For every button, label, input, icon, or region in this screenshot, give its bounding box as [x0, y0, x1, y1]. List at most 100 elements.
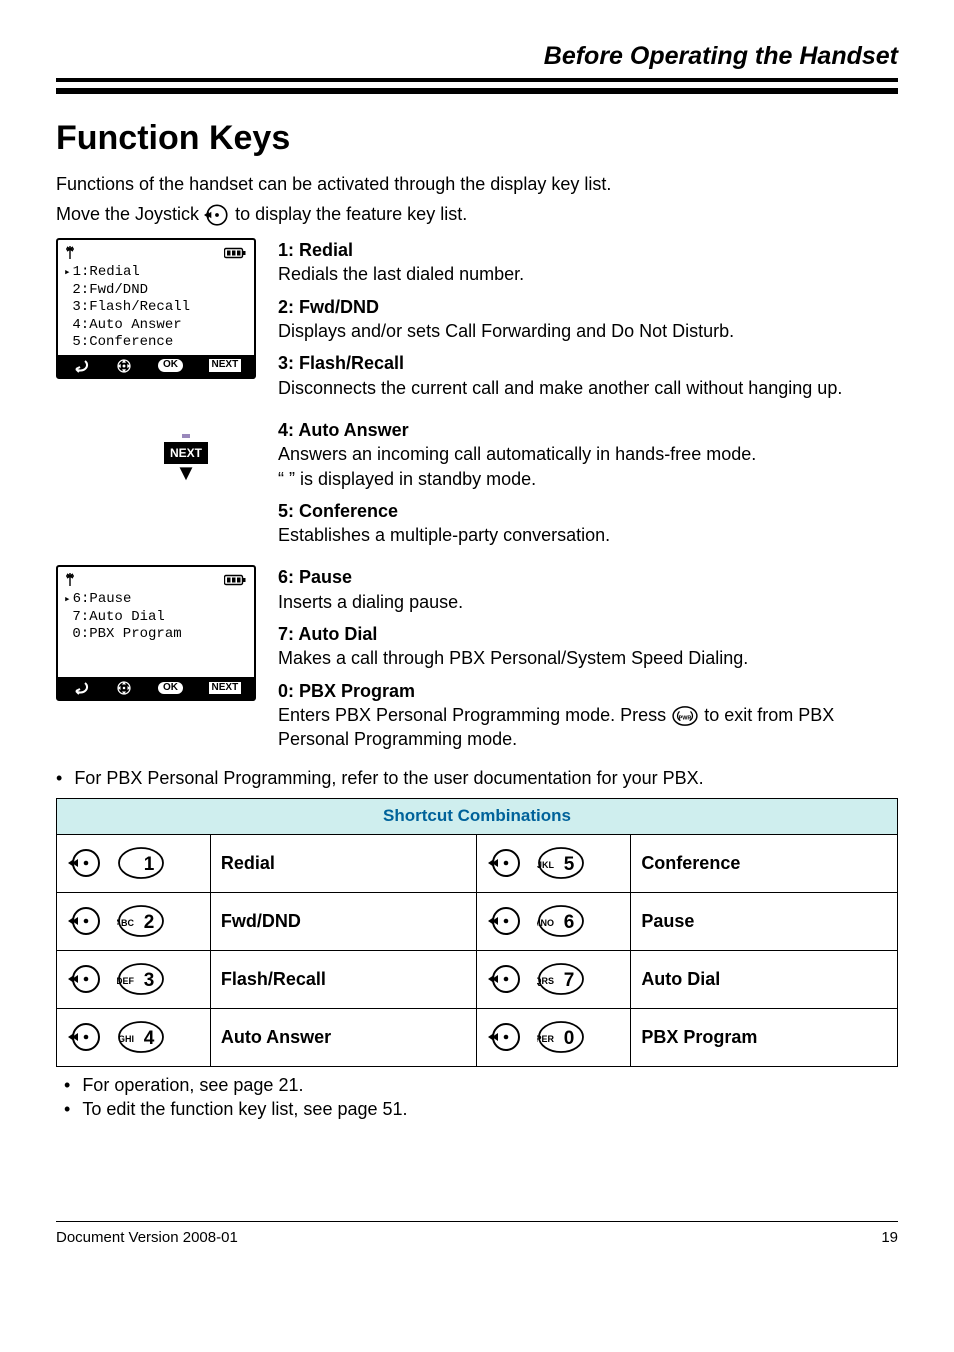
shortcut-table-header: Shortcut Combinations: [57, 798, 898, 834]
lcd2-line3: 0:PBX Program: [64, 626, 248, 644]
table-row: 1 Redial JKL 5 Conference: [57, 834, 898, 892]
page-footer: Document Version 2008-01 19: [56, 1221, 898, 1248]
intro-line-1: Functions of the handset can be activate…: [56, 172, 898, 196]
svg-text:5: 5: [564, 854, 575, 875]
item-0-title: 0: PBX Program: [278, 679, 898, 703]
item-7-body: Makes a call through PBX Personal/System…: [278, 646, 898, 670]
item-4-title: 4: Auto Answer: [278, 418, 898, 442]
table-row: DEF 3 Flash/Recall PQRS 7 Auto Dial: [57, 950, 898, 1008]
svg-text:2: 2: [144, 912, 155, 933]
keypad-key-icon: DEF 3: [117, 962, 165, 996]
keypad-key-icon: GHI 4: [117, 1020, 165, 1054]
item-0-body: Enters PBX Personal Programming mode. Pr…: [278, 703, 898, 752]
lcd2-line2: 7:Auto Dial: [64, 609, 248, 627]
shortcut-left-label: Redial: [210, 834, 477, 892]
table-row: ABC 2 Fwd/DND MNO 6 Pause: [57, 892, 898, 950]
table-row: GHI 4 Auto Answer OPER 0 PBX Program: [57, 1008, 898, 1066]
item-4-line1: Answers an incoming call automatically i…: [278, 442, 898, 466]
svg-text:4: 4: [144, 1028, 155, 1049]
lcd-screen-2: 6:Pause 7:Auto Dial 0:PBX Program OK NEX…: [56, 565, 256, 701]
shortcut-right-keys: PQRS 7: [477, 950, 631, 1008]
svg-text:7: 7: [564, 970, 575, 991]
item-2-title: 2: Fwd/DND: [278, 295, 898, 319]
item-conference: 5: Conference Establishes a multiple-par…: [278, 499, 898, 548]
svg-text:JKL: JKL: [537, 860, 554, 870]
shortcut-table: Shortcut Combinations 1 Redial JKL 5: [56, 798, 898, 1067]
keypad-key-icon: ABC 2: [117, 904, 165, 938]
item-flashrecall: 3: Flash/Recall Disconnects the current …: [278, 351, 898, 400]
shortcut-right-keys: JKL 5: [477, 834, 631, 892]
back-icon: [71, 681, 91, 695]
shortcut-right-label: Auto Dial: [631, 950, 898, 1008]
svg-text:3: 3: [144, 970, 155, 991]
joystick-mini-icon: [116, 680, 132, 696]
svg-text:ABC: ABC: [117, 918, 134, 928]
svg-text:PQRS: PQRS: [537, 976, 554, 986]
lcd1-line3: 3:Flash/Recall: [64, 299, 248, 317]
lcd2-line1: 6:Pause: [64, 591, 248, 609]
shortcut-right-keys: OPER 0: [477, 1008, 631, 1066]
ok-softkey: OK: [158, 682, 183, 695]
end-bullet-1: For operation, see page 21.: [56, 1073, 898, 1097]
power-button-icon: [671, 705, 699, 727]
svg-text:6: 6: [564, 912, 575, 933]
item-autoanswer: 4: Auto Answer Answers an incoming call …: [278, 418, 898, 491]
item-7-title: 7: Auto Dial: [278, 622, 898, 646]
item-6-body: Inserts a dialing pause.: [278, 590, 898, 614]
shortcut-right-label: PBX Program: [631, 1008, 898, 1066]
next-page-indicator: NEXT ▼: [116, 432, 256, 482]
svg-text:1: 1: [144, 854, 155, 875]
lcd1-softkeys: OK NEXT: [58, 355, 254, 377]
lcd1-line2: 2:Fwd/DND: [64, 282, 248, 300]
page-header: Before Operating the Handset: [56, 40, 898, 82]
next-softkey: NEXT: [209, 359, 242, 372]
joystick-left-icon: [487, 846, 521, 880]
item-1-title: 1: Redial: [278, 238, 898, 262]
next-softkey: NEXT: [209, 682, 242, 695]
antenna-icon: [64, 245, 76, 261]
lcd2-softkeys: OK NEXT: [58, 677, 254, 699]
item-redial: 1: Redial Redials the last dialed number…: [278, 238, 898, 287]
item-2-body: Displays and/or sets Call Forwarding and…: [278, 319, 898, 343]
joystick-left-icon: [487, 962, 521, 996]
joystick-left-icon: [67, 904, 101, 938]
intro-line-2-post: to display the feature key list.: [235, 204, 467, 224]
svg-text:0: 0: [564, 1028, 575, 1049]
item-0-pre: Enters PBX Personal Programming mode. Pr…: [278, 705, 671, 725]
back-icon: [71, 359, 91, 373]
shortcut-left-keys: GHI 4: [57, 1008, 211, 1066]
item-3-title: 3: Flash/Recall: [278, 351, 898, 375]
joystick-left-icon: [67, 962, 101, 996]
lcd1-line1: 1:Redial: [64, 264, 248, 282]
svg-text:DEF: DEF: [117, 976, 135, 986]
item-4-line2: “ ” is displayed in standby mode.: [278, 467, 898, 491]
joystick-left-icon: [67, 846, 101, 880]
doc-version: Document Version 2008-01: [56, 1228, 238, 1248]
shortcut-left-label: Fwd/DND: [210, 892, 477, 950]
keypad-key-icon: JKL 5: [537, 846, 585, 880]
shortcut-left-label: Auto Answer: [210, 1008, 477, 1066]
item-1-body: Redials the last dialed number.: [278, 262, 898, 286]
lcd1-line5: 5:Conference: [64, 334, 248, 352]
item-fwddnd: 2: Fwd/DND Displays and/or sets Call For…: [278, 295, 898, 344]
shortcut-right-keys: MNO 6: [477, 892, 631, 950]
item-5-title: 5: Conference: [278, 499, 898, 523]
item-pause: 6: Pause Inserts a dialing pause.: [278, 565, 898, 614]
svg-text:MNO: MNO: [537, 918, 554, 928]
item-3-body: Disconnects the current call and make an…: [278, 376, 898, 400]
antenna-icon: [64, 572, 76, 588]
item-autodial: 7: Auto Dial Makes a call through PBX Pe…: [278, 622, 898, 671]
joystick-left-icon: [204, 202, 230, 228]
ok-softkey: OK: [158, 359, 183, 372]
item-5-body: Establishes a multiple-party conversatio…: [278, 523, 898, 547]
joystick-mini-icon: [116, 358, 132, 374]
indicator-top: [176, 432, 196, 442]
section-title: Before Operating the Handset: [544, 40, 898, 74]
lcd1-line4: 4:Auto Answer: [64, 317, 248, 335]
page-title: Function Keys: [56, 116, 898, 162]
joystick-left-icon: [67, 1020, 101, 1054]
shortcut-left-keys: DEF 3: [57, 950, 211, 1008]
end-bullet-2: To edit the function key list, see page …: [56, 1097, 898, 1121]
keypad-key-icon: PQRS 7: [537, 962, 585, 996]
bullet-pbx-doc: For PBX Personal Programming, refer to t…: [56, 766, 898, 790]
